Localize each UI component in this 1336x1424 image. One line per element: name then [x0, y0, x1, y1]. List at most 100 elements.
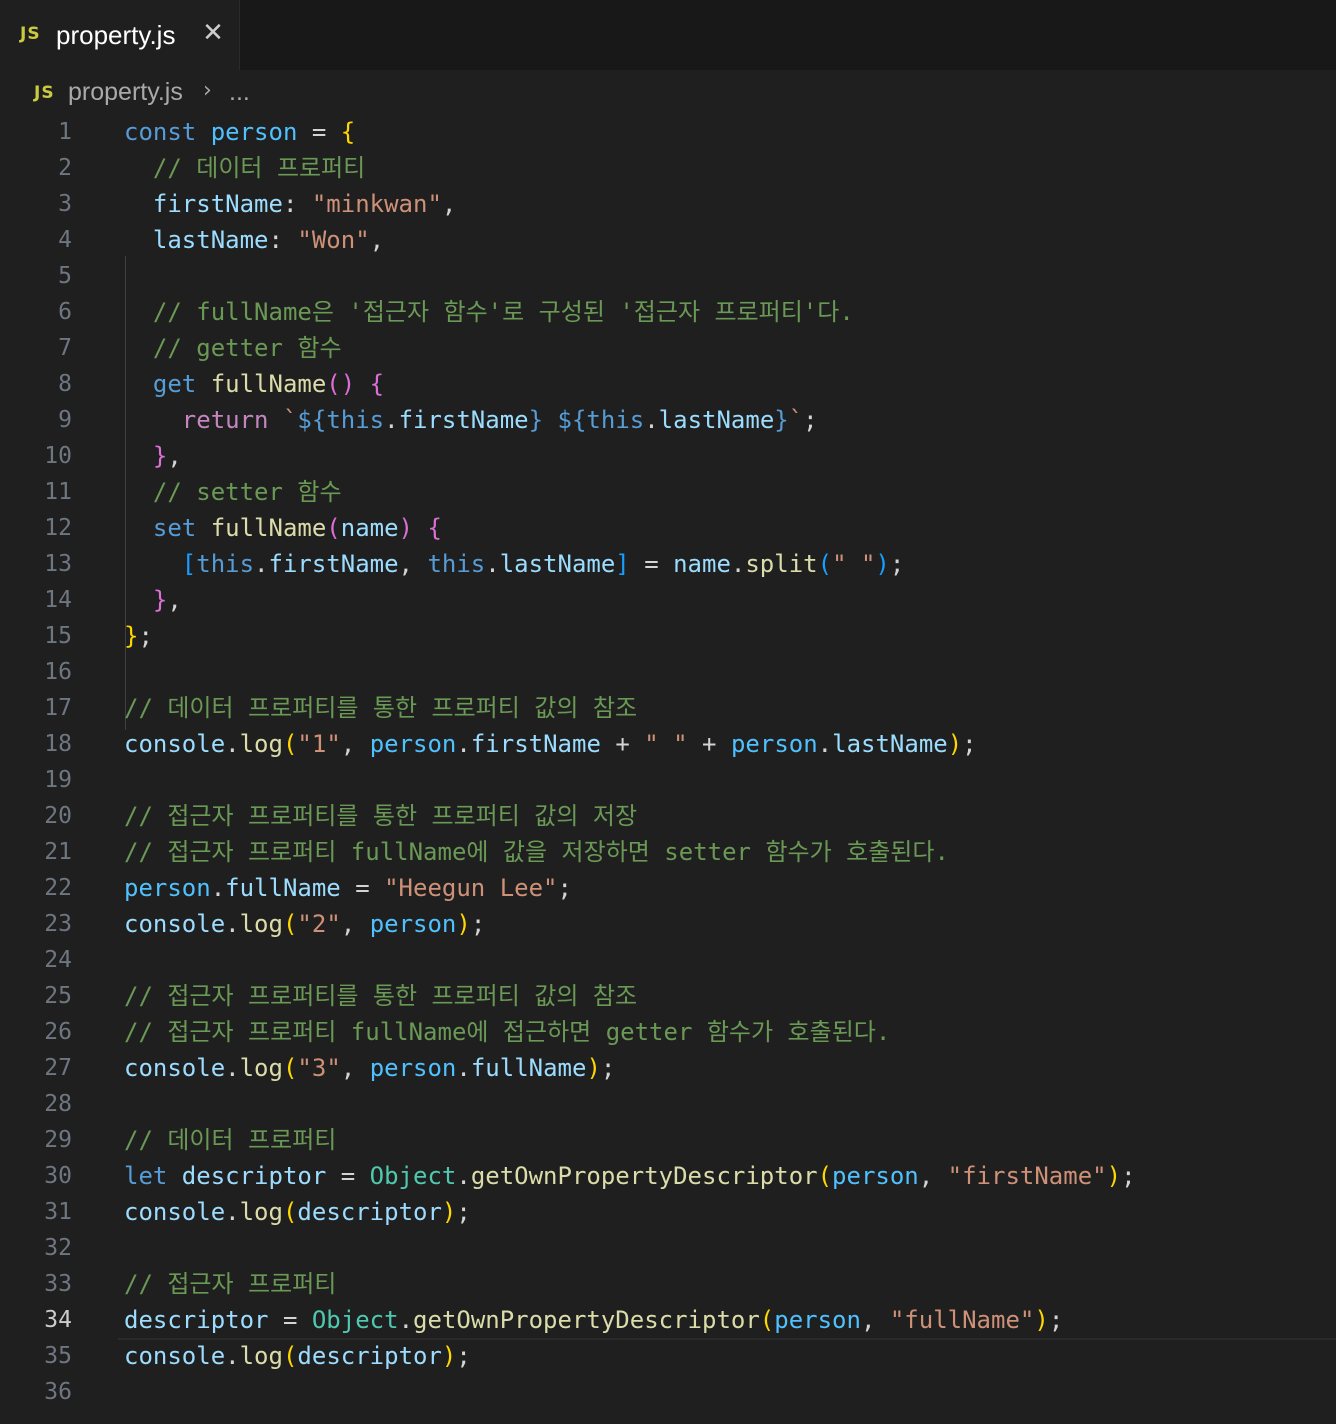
code-token: // 접근자 프로퍼티를 통한 프로퍼티 값의 저장 — [124, 802, 638, 830]
code-text: const person = { — [124, 114, 355, 150]
code-token: "3" — [297, 1054, 341, 1082]
code-token: const — [124, 118, 211, 146]
code-token: " " — [832, 550, 876, 578]
code-line[interactable]: 18 console.log("1", person.firstName + " … — [0, 726, 1336, 762]
code-token: , — [340, 910, 370, 938]
code-line[interactable]: 7 // getter 함수 — [0, 330, 1336, 366]
code-token: ] — [615, 550, 630, 578]
code-line[interactable]: 23 console.log("2", person); — [0, 906, 1336, 942]
code-line[interactable]: 5 — [0, 258, 1336, 294]
code-line[interactable]: 19 — [0, 762, 1336, 798]
code-token: . — [225, 730, 240, 758]
code-token: ${ — [557, 406, 587, 434]
code-line[interactable]: 29 // 데이터 프로퍼티 — [0, 1122, 1336, 1158]
code-line[interactable]: 25 // 접근자 프로퍼티를 통한 프로퍼티 값의 참조 — [0, 978, 1336, 1014]
code-token: [ — [181, 550, 197, 578]
code-token: // 접근자 프로퍼티 fullName에 값을 저장하면 setter 함수가… — [124, 838, 949, 866]
code-token: ( — [282, 1054, 298, 1082]
line-number: 11 — [44, 479, 72, 505]
code-line[interactable]: 17 // 데이터 프로퍼티를 통한 프로퍼티 값의 참조 — [0, 690, 1336, 726]
code-line[interactable]: 8 get fullName() { — [0, 366, 1336, 402]
code-token: set — [152, 514, 211, 542]
code-line[interactable]: 32 — [0, 1230, 1336, 1266]
code-token: . — [225, 910, 240, 938]
code-line[interactable]: 4 lastName: "Won", — [0, 222, 1336, 258]
line-number: 3 — [58, 191, 72, 217]
tab-bar: JS property.js ✕ — [0, 0, 1336, 70]
code-line[interactable]: 35 console.log(descriptor); — [0, 1338, 1336, 1374]
code-text: // 접근자 프로퍼티를 통한 프로퍼티 값의 참조 — [124, 978, 637, 1014]
code-token: . — [225, 1054, 240, 1082]
code-line[interactable]: 36 — [0, 1374, 1336, 1410]
code-line[interactable]: 9 return `${this.firstName} ${this.lastN… — [0, 402, 1336, 438]
code-line[interactable]: 28 — [0, 1086, 1336, 1122]
code-token: = — [297, 118, 341, 146]
code-line[interactable]: 10 }, — [0, 438, 1336, 474]
code-text: // fullName은 '접근자 함수'로 구성된 '접근자 프로퍼티'다. — [124, 294, 854, 330]
close-icon[interactable]: ✕ — [200, 18, 226, 48]
breadcrumb-file[interactable]: property.js — [68, 78, 183, 107]
code-line[interactable]: 31 console.log(descriptor); — [0, 1194, 1336, 1230]
line-number: 6 — [58, 299, 72, 325]
code-token: : — [268, 226, 298, 254]
code-token: name — [673, 550, 731, 578]
code-token: ( — [326, 514, 341, 542]
tab-property-js[interactable]: JS property.js ✕ — [0, 0, 240, 70]
code-text: // getter 함수 — [124, 330, 342, 366]
code-text: }, — [124, 438, 182, 474]
code-token: firstName — [268, 550, 399, 578]
code-line[interactable]: 21 // 접근자 프로퍼티 fullName에 값을 저장하면 setter 함… — [0, 834, 1336, 870]
code-token: , — [167, 442, 182, 470]
code-token: ` — [788, 406, 804, 434]
code-line[interactable]: 3 firstName: "minkwan", — [0, 186, 1336, 222]
code-line[interactable]: 11 // setter 함수 — [0, 474, 1336, 510]
code-line[interactable]: 15}; — [0, 618, 1336, 654]
code-text: console.log("3", person.fullName); — [124, 1050, 615, 1086]
code-token: . — [254, 550, 269, 578]
code-token: "Won" — [297, 226, 370, 254]
code-text: console.log("1", person.firstName + " " … — [124, 726, 977, 762]
code-token: person — [210, 118, 298, 146]
code-line[interactable]: 1 const person = { — [0, 114, 1336, 150]
code-line[interactable]: 30 let descriptor = Object.getOwnProperty… — [0, 1158, 1336, 1194]
code-line[interactable]: 26 // 접근자 프로퍼티 fullName에 접근하면 getter 함수가 … — [0, 1014, 1336, 1050]
code-token: ( — [817, 550, 833, 578]
code-line[interactable]: 20 // 접근자 프로퍼티를 통한 프로퍼티 값의 저장 — [0, 798, 1336, 834]
code-line[interactable]: 33 // 접근자 프로퍼티 — [0, 1266, 1336, 1302]
breadcrumb-symbols[interactable]: ... — [229, 78, 250, 107]
javascript-file-icon: JS — [20, 24, 41, 44]
code-text: }; — [124, 618, 153, 654]
code-token: } — [124, 622, 139, 650]
code-line[interactable]: 6 // fullName은 '접근자 함수'로 구성된 '접근자 프로퍼티'다… — [0, 294, 1336, 330]
code-line[interactable]: 2 // 데이터 프로퍼티 — [0, 150, 1336, 186]
code-token: . — [817, 730, 833, 758]
code-token: // setter 함수 — [152, 478, 342, 506]
code-token: . — [485, 550, 500, 578]
code-token: descriptor — [181, 1162, 327, 1190]
code-line[interactable]: 34 descriptor = Object.getOwnPropertyDesc… — [0, 1302, 1336, 1338]
code-line[interactable]: 16 — [0, 654, 1336, 690]
code-line[interactable]: 14 }, — [0, 582, 1336, 618]
code-text: set fullName(name) { — [124, 510, 442, 546]
code-line[interactable]: 12 set fullName(name) { — [0, 510, 1336, 546]
code-line[interactable]: 13 [this.firstName, this.lastName] = nam… — [0, 546, 1336, 582]
code-text: person.fullName = "Heegun Lee"; — [124, 870, 572, 906]
code-token: ; — [962, 730, 977, 758]
code-token: . — [644, 406, 659, 434]
code-text: // setter 함수 — [124, 474, 342, 510]
code-token: . — [456, 1054, 471, 1082]
code-token: , — [369, 226, 385, 254]
code-token: console — [124, 730, 226, 758]
code-token: // 데이터 프로퍼티 — [152, 154, 366, 182]
code-line[interactable]: 24 — [0, 942, 1336, 978]
code-editor[interactable]: 1 const person = {2 // 데이터 프로퍼티 3 firstNam… — [0, 114, 1336, 1424]
code-token: ) — [398, 514, 413, 542]
code-line[interactable]: 22 person.fullName = "Heegun Lee"; — [0, 870, 1336, 906]
code-text: lastName: "Won", — [124, 222, 384, 258]
code-line[interactable]: 27 console.log("3", person.fullName); — [0, 1050, 1336, 1086]
code-token: return — [181, 406, 283, 434]
line-number: 20 — [44, 803, 72, 829]
